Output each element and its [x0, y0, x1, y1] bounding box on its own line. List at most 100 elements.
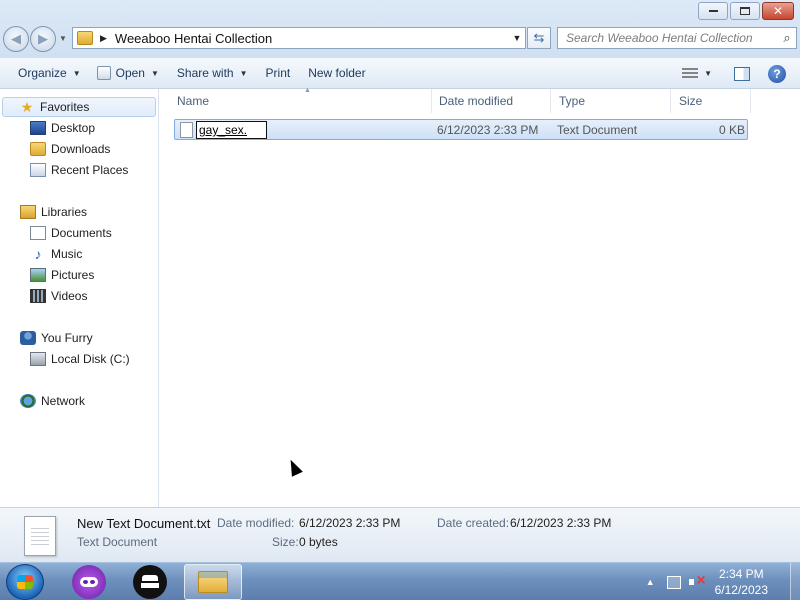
network-icon: [20, 394, 36, 408]
sidebar-item-network[interactable]: Network: [20, 391, 85, 411]
sidebar-item-documents[interactable]: Documents: [30, 223, 112, 243]
table-row[interactable]: gay_sex. 6/12/2023 2:33 PM Text Document…: [174, 119, 748, 140]
new-folder-button[interactable]: New folder: [308, 63, 365, 83]
file-type: Text Document: [557, 123, 638, 137]
sidebar-item-label: Documents: [51, 226, 112, 240]
chevron-down-icon: ▼: [72, 68, 81, 78]
preview-pane-icon[interactable]: [734, 66, 750, 81]
command-bar: Organize ▼ Open ▼ Share with ▼ Print New…: [0, 58, 800, 89]
close-button[interactable]: ✕: [762, 2, 794, 20]
minimize-button[interactable]: [698, 2, 728, 20]
column-header-size[interactable]: Size: [670, 89, 751, 113]
taskbar-app-mask[interactable]: [72, 565, 106, 599]
open-label: Open: [115, 66, 145, 80]
sidebar-item-pictures[interactable]: Pictures: [30, 265, 94, 285]
views-dropdown-icon[interactable]: ▼: [704, 69, 712, 78]
open-button[interactable]: Open ▼: [96, 63, 159, 83]
clock-time: 2:34 PM: [718, 567, 764, 581]
details-date-modified-label: Date modified:: [217, 516, 295, 530]
column-header-label: Size: [679, 94, 703, 108]
documents-icon: [30, 226, 46, 240]
search-icon[interactable]: ⌕: [778, 30, 796, 46]
taskbar-app-explorer[interactable]: [184, 564, 242, 600]
details-filename: New Text Document.txt: [77, 516, 211, 531]
start-button[interactable]: [6, 564, 44, 600]
clock[interactable]: 2:34 PM 6/12/2023: [715, 566, 768, 598]
navigation-pane: ★ Favorites Desktop Downloads Recent Pla…: [0, 89, 159, 507]
explorer-folder-icon: [198, 571, 228, 593]
maximize-button[interactable]: [730, 2, 760, 20]
sidebar-item-label: Desktop: [51, 121, 96, 135]
incognito-icon: [140, 575, 160, 589]
forward-arrow-icon: ▶: [38, 31, 48, 46]
change-view-icon[interactable]: [682, 67, 699, 80]
window-controls: ✕: [698, 2, 794, 20]
column-header-type[interactable]: Type: [550, 89, 671, 113]
refresh-button[interactable]: ⇆: [527, 27, 551, 49]
details-date-created: 6/12/2023 2:33 PM: [510, 516, 612, 530]
sidebar-item-libraries[interactable]: Libraries: [20, 202, 87, 222]
computer-icon: [20, 331, 36, 345]
local-disk-icon: [30, 352, 46, 366]
print-button[interactable]: Print: [266, 63, 291, 83]
file-list[interactable]: Name ▲ Date modified Type Size gay_sex. …: [160, 87, 800, 507]
show-desktop-button[interactable]: [790, 563, 800, 600]
sidebar-item-computer[interactable]: You Furry: [20, 328, 93, 348]
sidebar-item-label: Network: [41, 394, 86, 408]
sidebar-item-label: Pictures: [51, 268, 95, 282]
sidebar-item-label: Downloads: [51, 142, 111, 156]
sidebar-item-videos[interactable]: Videos: [30, 286, 87, 306]
sidebar-item-label: Local Disk (C:): [51, 352, 130, 366]
file-size: 0 KB: [719, 123, 746, 137]
chevron-down-icon: ▼: [150, 68, 159, 78]
show-hidden-icons-icon[interactable]: ▲: [646, 577, 655, 587]
column-header-name[interactable]: Name ▲: [168, 87, 432, 113]
pictures-icon: [30, 268, 46, 282]
sidebar-item-desktop[interactable]: Desktop: [30, 118, 95, 138]
column-header-label: Type: [559, 94, 586, 108]
rename-text[interactable]: gay_sex.: [199, 123, 247, 137]
share-with-button[interactable]: Share with ▼: [177, 63, 248, 83]
details-filetype: Text Document: [77, 535, 158, 549]
address-bar[interactable]: ▶ Weeaboo Hentai Collection ▼: [72, 27, 526, 49]
sidebar-item-music[interactable]: ♪ Music: [30, 244, 83, 264]
sidebar-item-label: Favorites: [40, 100, 90, 114]
document-icon: [24, 516, 56, 556]
share-with-label: Share with: [176, 66, 234, 80]
music-note-icon: ♪: [34, 246, 42, 262]
text-file-icon: [180, 122, 193, 138]
sidebar-item-label: Libraries: [41, 205, 88, 219]
clock-date: 6/12/2023: [714, 583, 768, 597]
organize-button[interactable]: Organize ▼: [18, 63, 81, 83]
new-folder-label: New folder: [308, 66, 366, 80]
recent-pages-dropdown-icon[interactable]: ▼: [59, 34, 67, 43]
sidebar-item-local-disk[interactable]: Local Disk (C:): [30, 349, 130, 369]
help-icon[interactable]: ?: [768, 64, 786, 83]
file-date-modified: 6/12/2023 2:33 PM: [437, 123, 539, 137]
window-titlebar: ✕ ◀ ▶ ▼ ▶ Weeaboo Hentai Collection ▼ ⇆ …: [0, 0, 800, 58]
taskbar-app-incognito[interactable]: [133, 565, 167, 599]
search-box[interactable]: ⌕: [557, 27, 797, 49]
rename-input[interactable]: gay_sex.: [196, 121, 267, 139]
address-dropdown-icon[interactable]: ▼: [509, 33, 525, 43]
address-path[interactable]: Weeaboo Hentai Collection: [115, 31, 509, 46]
column-header-date-modified[interactable]: Date modified: [430, 89, 551, 113]
forward-button[interactable]: ▶: [30, 26, 56, 52]
details-size-label: Size:: [272, 535, 299, 549]
sidebar-item-downloads[interactable]: Downloads: [30, 139, 110, 159]
sort-up-icon: ▲: [304, 87, 311, 94]
search-input[interactable]: [558, 31, 778, 45]
column-header-label: Date modified: [439, 94, 514, 108]
sidebar-item-recent-places[interactable]: Recent Places: [30, 160, 128, 180]
back-button[interactable]: ◀: [3, 26, 29, 52]
desktop-icon: [30, 121, 46, 135]
breadcrumb-arrow-icon[interactable]: ▶: [100, 33, 107, 44]
sidebar-item-favorites[interactable]: ★ Favorites: [2, 97, 156, 117]
volume-muted-icon[interactable]: [688, 573, 707, 589]
organize-label: Organize: [18, 66, 67, 80]
restore-icon: [740, 7, 750, 15]
refresh-icon: ⇆: [533, 30, 545, 45]
network-status-icon[interactable]: [666, 575, 681, 589]
column-header-label: Name: [177, 94, 210, 108]
downloads-folder-icon: [30, 142, 46, 156]
